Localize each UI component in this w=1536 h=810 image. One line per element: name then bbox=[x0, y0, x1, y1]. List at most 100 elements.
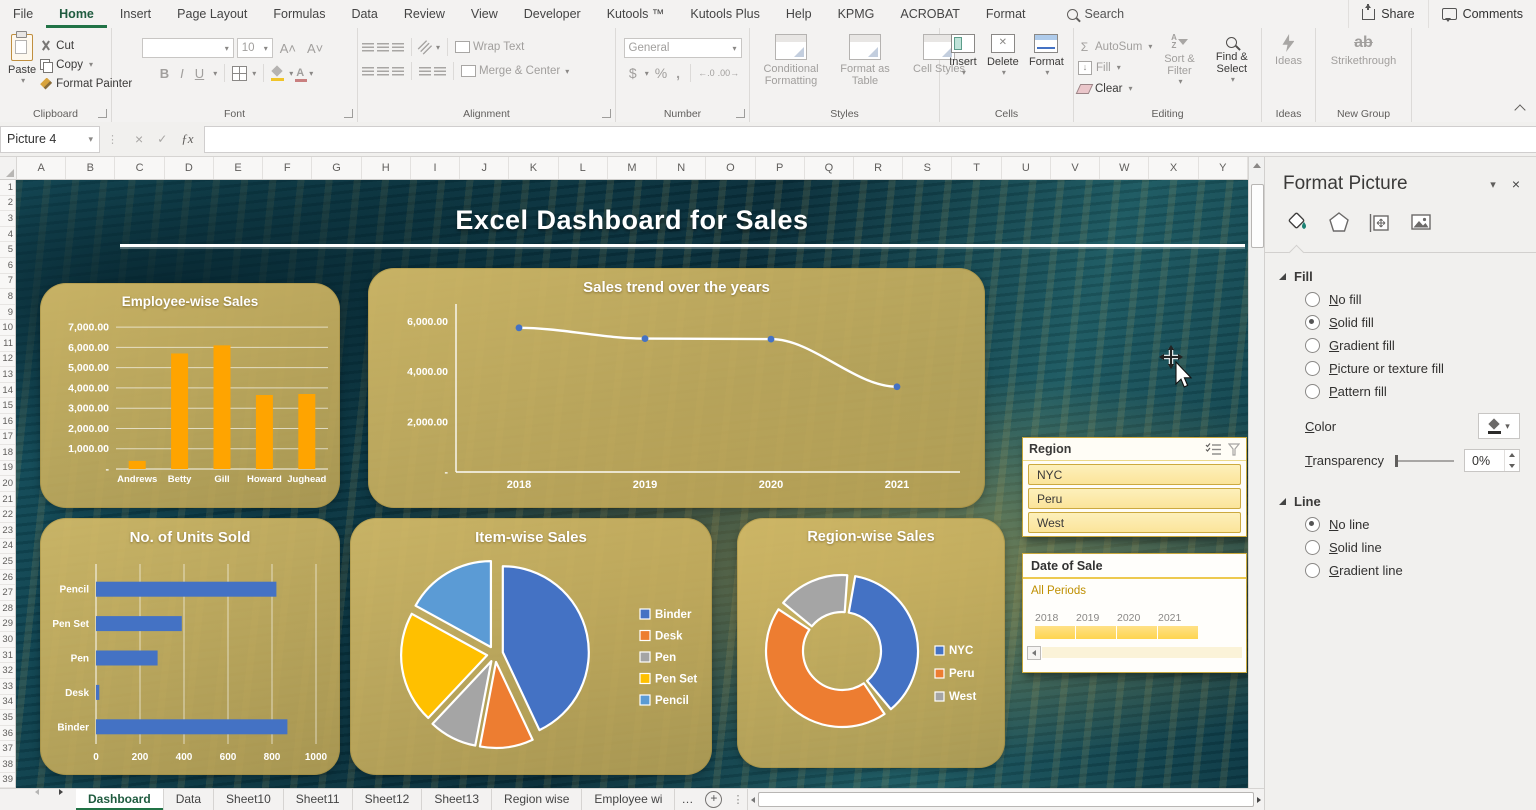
column-header-X[interactable]: X bbox=[1149, 157, 1198, 179]
row-header-4[interactable]: 4 bbox=[0, 227, 15, 243]
column-header-L[interactable]: L bbox=[559, 157, 608, 179]
row-header-34[interactable]: 34 bbox=[0, 695, 15, 711]
row-header-1[interactable]: 1 bbox=[0, 180, 15, 196]
column-header-G[interactable]: G bbox=[312, 157, 361, 179]
align-right-icon[interactable] bbox=[392, 67, 404, 76]
column-header-B[interactable]: B bbox=[66, 157, 115, 179]
row-header-15[interactable]: 15 bbox=[0, 398, 15, 414]
ribbon-tab-review[interactable]: Review bbox=[391, 0, 458, 28]
italic-button[interactable]: I bbox=[176, 66, 188, 81]
row-header-14[interactable]: 14 bbox=[0, 383, 15, 399]
transparency-slider[interactable] bbox=[1396, 460, 1454, 462]
column-header-D[interactable]: D bbox=[165, 157, 214, 179]
sales-trend-card[interactable]: Sales trend over the years 6,000.004,000… bbox=[368, 268, 985, 508]
line-section-header[interactable]: Line bbox=[1265, 472, 1536, 513]
row-header-3[interactable]: 3 bbox=[0, 211, 15, 227]
ribbon-tab-data[interactable]: Data bbox=[338, 0, 390, 28]
ribbon-tab-page-layout[interactable]: Page Layout bbox=[164, 0, 260, 28]
fill-option-picture-or-texture-fill[interactable]: Picture or texture fill bbox=[1265, 357, 1536, 380]
delete-cells-button[interactable]: Delete ▾ bbox=[983, 32, 1023, 104]
timeline-segment-2018[interactable] bbox=[1035, 626, 1075, 639]
timeline-scroll-left-icon[interactable] bbox=[1027, 646, 1041, 660]
font-name-combo[interactable]: ▾ bbox=[142, 38, 234, 58]
row-header-12[interactable]: 12 bbox=[0, 352, 15, 368]
column-header-I[interactable]: I bbox=[411, 157, 460, 179]
fill-option-pattern-fill[interactable]: Pattern fill bbox=[1265, 380, 1536, 403]
column-header-E[interactable]: E bbox=[214, 157, 263, 179]
align-left-icon[interactable] bbox=[362, 67, 374, 76]
paste-button[interactable]: Paste ▾ bbox=[4, 32, 40, 104]
ribbon-tab-formulas[interactable]: Formulas bbox=[260, 0, 338, 28]
ribbon-tab-kutools-plus[interactable]: Kutools Plus bbox=[677, 0, 772, 28]
units-sold-card[interactable]: No. of Units Sold 02004006008001000Penci… bbox=[40, 518, 340, 775]
sheet-nav-right-icon[interactable] bbox=[52, 789, 70, 795]
slicer-item-peru[interactable]: Peru bbox=[1028, 488, 1241, 509]
tab-fill-and-line[interactable] bbox=[1285, 209, 1311, 235]
line-option-no-line[interactable]: No line bbox=[1265, 513, 1536, 536]
row-header-27[interactable]: 27 bbox=[0, 585, 15, 601]
underline-button[interactable]: U bbox=[191, 66, 208, 81]
number-dialog-launcher[interactable] bbox=[736, 109, 745, 118]
font-color-icon[interactable]: A bbox=[296, 68, 304, 78]
clear-button[interactable]: Clear▾ bbox=[1078, 79, 1152, 98]
vertical-scroll-thumb[interactable] bbox=[1251, 184, 1264, 248]
column-header-T[interactable]: T bbox=[952, 157, 1001, 179]
column-header-Q[interactable]: Q bbox=[805, 157, 854, 179]
align-top-icon[interactable] bbox=[362, 43, 374, 52]
region-slicer[interactable]: Region NYCPeruWest bbox=[1022, 437, 1247, 537]
wrap-text-button[interactable]: Wrap Text bbox=[473, 41, 524, 53]
fill-option-gradient-fill[interactable]: Gradient fill bbox=[1265, 334, 1536, 357]
row-header-31[interactable]: 31 bbox=[0, 648, 15, 664]
row-header-2[interactable]: 2 bbox=[0, 196, 15, 212]
row-header-23[interactable]: 23 bbox=[0, 523, 15, 539]
column-header-Y[interactable]: Y bbox=[1199, 157, 1248, 179]
row-header-21[interactable]: 21 bbox=[0, 492, 15, 508]
timeline-segment-2021[interactable] bbox=[1158, 626, 1198, 639]
row-header-28[interactable]: 28 bbox=[0, 601, 15, 617]
comma-style-button[interactable]: , bbox=[673, 65, 683, 81]
increase-font-icon[interactable]: A˄ bbox=[276, 41, 300, 56]
employee-sales-card[interactable]: Employee-wise Sales 7,000.006,000.005,00… bbox=[40, 283, 340, 508]
share-button[interactable]: Share bbox=[1348, 0, 1427, 28]
column-header-F[interactable]: F bbox=[263, 157, 312, 179]
row-header-36[interactable]: 36 bbox=[0, 726, 15, 742]
line-option-gradient-line[interactable]: Gradient line bbox=[1265, 559, 1536, 582]
insert-cells-button[interactable]: Insert ▾ bbox=[945, 32, 981, 104]
font-size-combo[interactable]: 10▾ bbox=[237, 38, 273, 58]
conditional-formatting-button[interactable]: Conditional Formatting bbox=[754, 32, 828, 104]
sheet-tab-data[interactable]: Data bbox=[164, 789, 214, 810]
scroll-up-icon[interactable] bbox=[1249, 157, 1264, 173]
column-header-U[interactable]: U bbox=[1002, 157, 1051, 179]
align-center-icon[interactable] bbox=[377, 67, 389, 76]
column-header-V[interactable]: V bbox=[1051, 157, 1100, 179]
align-bottom-icon[interactable] bbox=[392, 43, 404, 52]
ribbon-tab-file[interactable]: File bbox=[0, 0, 46, 28]
increase-decimal-icon[interactable]: ←.0 bbox=[698, 68, 715, 78]
clipboard-dialog-launcher[interactable] bbox=[98, 109, 107, 118]
sheet-tab-sheet12[interactable]: Sheet12 bbox=[353, 789, 423, 810]
sheet-nav-left-icon[interactable] bbox=[28, 789, 46, 795]
column-header-K[interactable]: K bbox=[509, 157, 558, 179]
comments-button[interactable]: Comments bbox=[1428, 0, 1536, 28]
ribbon-tab-view[interactable]: View bbox=[458, 0, 511, 28]
name-box[interactable]: Picture 4 ▾ bbox=[0, 126, 100, 153]
date-of-sale-timeline[interactable]: Date of Sale All Periods 201820192020202… bbox=[1022, 553, 1247, 673]
ribbon-tab-kpmg[interactable]: KPMG bbox=[825, 0, 888, 28]
strikethrough-button[interactable]: ab Strikethrough bbox=[1327, 32, 1400, 104]
row-header-5[interactable]: 5 bbox=[0, 242, 15, 258]
ribbon-tab-developer[interactable]: Developer bbox=[511, 0, 594, 28]
ribbon-tab-help[interactable]: Help bbox=[773, 0, 825, 28]
fill-button[interactable]: Fill▾ bbox=[1078, 58, 1152, 77]
borders-icon[interactable] bbox=[232, 66, 247, 81]
timeline-segment-2019[interactable] bbox=[1076, 626, 1116, 639]
row-header-19[interactable]: 19 bbox=[0, 461, 15, 477]
row-header-7[interactable]: 7 bbox=[0, 274, 15, 290]
region-wise-sales-card[interactable]: Region-wise Sales NYCPeruWest bbox=[737, 518, 1005, 768]
orientation-icon[interactable] bbox=[418, 40, 433, 55]
transparency-spinner[interactable]: 0% bbox=[1464, 449, 1520, 472]
increase-indent-icon[interactable] bbox=[434, 67, 446, 76]
scroll-right-icon[interactable] bbox=[1257, 797, 1261, 803]
select-all-corner[interactable] bbox=[0, 157, 17, 179]
tab-effects[interactable] bbox=[1326, 209, 1352, 235]
column-header-M[interactable]: M bbox=[608, 157, 657, 179]
